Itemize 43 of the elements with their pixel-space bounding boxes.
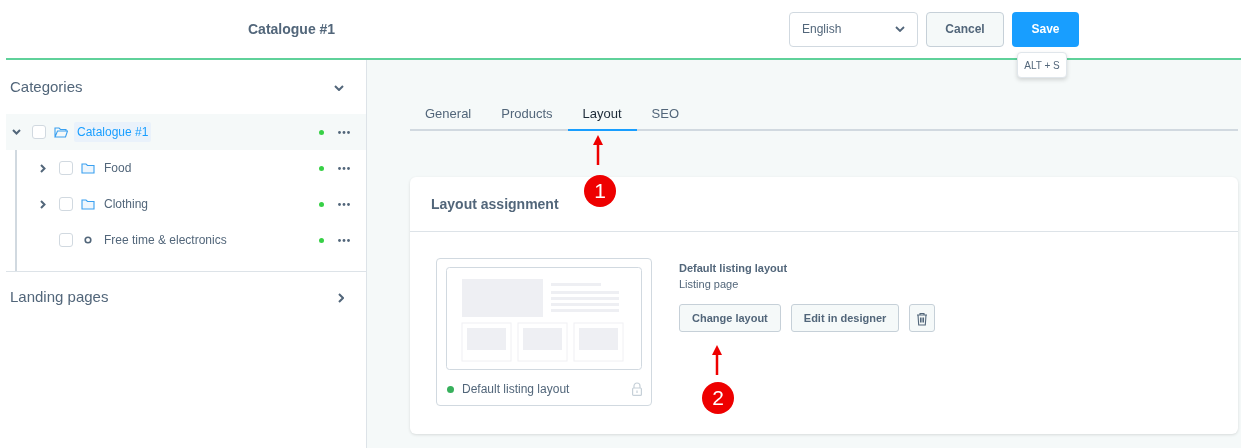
chevron-down-icon[interactable] bbox=[11, 129, 21, 135]
more-icon[interactable] bbox=[338, 166, 350, 170]
section-title: Categories bbox=[10, 76, 83, 97]
card-title: Layout assignment bbox=[431, 194, 559, 214]
lock-icon bbox=[632, 382, 642, 396]
tab[interactable]: General bbox=[410, 98, 487, 131]
folder-icon bbox=[54, 126, 68, 138]
delete-button[interactable] bbox=[909, 304, 936, 332]
chevron-right-icon[interactable] bbox=[40, 163, 46, 173]
chevron-down-icon bbox=[895, 26, 905, 32]
trash-icon bbox=[916, 311, 929, 326]
cancel-button[interactable]: Cancel bbox=[926, 11, 1004, 47]
layout-name: Default listing layout bbox=[679, 261, 789, 276]
tree-item-label[interactable]: Food bbox=[101, 158, 135, 178]
checkbox[interactable] bbox=[59, 161, 73, 175]
chevron-down-icon[interactable] bbox=[334, 84, 344, 91]
folder-icon bbox=[81, 162, 95, 174]
landing-pages-section[interactable]: Landing pages bbox=[6, 271, 366, 323]
checkbox[interactable] bbox=[32, 125, 46, 139]
shortcut-tooltip: ALT + S bbox=[1017, 52, 1067, 78]
chevron-right-icon[interactable] bbox=[338, 293, 344, 304]
tab[interactable]: Products bbox=[486, 98, 568, 131]
change-layout-button[interactable]: Change layout bbox=[679, 304, 781, 332]
more-icon[interactable] bbox=[338, 202, 350, 206]
preview-label: Default listing layout bbox=[462, 381, 570, 398]
circle-icon bbox=[84, 236, 92, 244]
tab[interactable]: Layout bbox=[567, 98, 637, 131]
page-title: Catalogue #1 bbox=[248, 19, 337, 39]
language-select[interactable]: English bbox=[789, 11, 918, 47]
checkbox[interactable] bbox=[59, 197, 73, 211]
tab[interactable]: SEO bbox=[636, 98, 695, 131]
layout-type: Listing page bbox=[679, 277, 740, 292]
arrow-icon bbox=[712, 345, 722, 375]
chevron-right-icon[interactable] bbox=[40, 199, 46, 209]
more-icon[interactable] bbox=[338, 130, 350, 134]
checkbox[interactable] bbox=[59, 233, 73, 247]
arrow-icon bbox=[593, 135, 603, 165]
layout-preview-card[interactable]: Default listing layout bbox=[436, 258, 652, 406]
folder-icon bbox=[81, 198, 95, 210]
tree-item-label[interactable]: Free time & electronics bbox=[101, 230, 230, 250]
more-icon[interactable] bbox=[338, 238, 350, 242]
edit-in-designer-button[interactable]: Edit in designer bbox=[790, 304, 900, 332]
tree-item-label[interactable]: Clothing bbox=[101, 194, 152, 214]
